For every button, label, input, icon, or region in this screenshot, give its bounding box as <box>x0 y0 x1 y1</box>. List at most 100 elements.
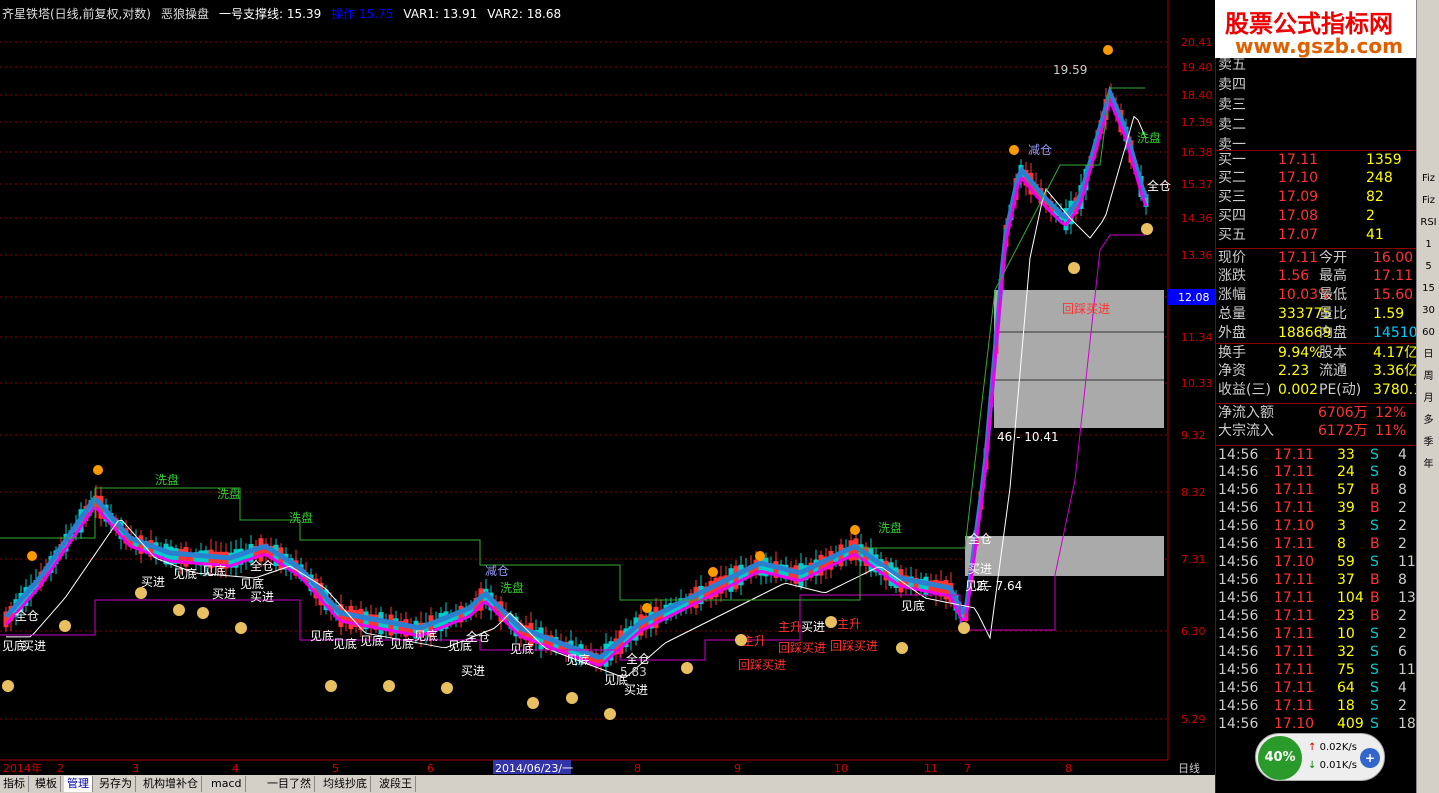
right-toolbar: Fiz Fiz RSI 1 5 15 30 60 日周月多季年 <box>1416 0 1439 793</box>
tick-volume: 39 <box>1337 500 1355 516</box>
net-up: ↑ 0.02K/s <box>1308 742 1357 753</box>
time-tick: 9 <box>734 762 741 775</box>
money-bag-icon <box>1068 262 1080 274</box>
tick-time: 14:56 <box>1218 662 1259 678</box>
stat-label-2: 最低 <box>1319 287 1347 303</box>
chart-annotation: 全仓 <box>250 558 274 573</box>
chart-annotation: 全仓 <box>626 651 650 666</box>
bottom-tab-6[interactable]: 一目了然 <box>264 776 315 792</box>
stat-label: 总量 <box>1218 306 1246 322</box>
price-tick: 13.36 <box>1181 249 1213 262</box>
tick-side: B <box>1370 590 1380 606</box>
stat-label-2: 内盘 <box>1319 325 1347 341</box>
money-bag-icon <box>325 680 337 692</box>
stat-value-2: 16.00 <box>1373 250 1414 266</box>
toolbar-button-0[interactable]: Fiz <box>1420 170 1437 187</box>
bottom-tab-3[interactable]: 另存为 <box>96 776 136 792</box>
tick-volume: 104 <box>1337 590 1364 606</box>
bottom-tab-2[interactable]: 管理 <box>64 776 93 792</box>
chart-annotation: 买进 <box>212 587 236 601</box>
price-tick: 7.31 <box>1181 553 1206 566</box>
flow-row: 净流入额 6706万 12% <box>1216 403 1417 422</box>
sell-row: 卖二 <box>1216 116 1417 135</box>
stock-title: 齐星铁塔(日线,前复权,对数) <box>2 7 151 21</box>
tick-side: S <box>1370 464 1379 480</box>
tick-row: 14:56 17.10 409 S 18 <box>1216 715 1417 734</box>
tick-row: 14:56 17.11 37 B 8 <box>1216 571 1417 590</box>
toolbar-button-1[interactable]: Fiz <box>1420 192 1437 209</box>
chart-annotation: 买进 <box>141 575 165 589</box>
bottom-tab-1[interactable]: 模板 <box>32 776 61 792</box>
toolbar-button-11[interactable]: 多 <box>1420 412 1437 429</box>
runner-icon <box>642 603 652 613</box>
tick-price: 17.11 <box>1274 626 1315 642</box>
price-tick: 14.36 <box>1181 212 1213 225</box>
toolbar-button-5[interactable]: 15 <box>1420 280 1437 297</box>
buy-row: 买二 17.10 248 <box>1216 169 1417 188</box>
stat-label-2: 股本 <box>1319 345 1347 361</box>
chart-annotation: 5.83 <box>620 665 647 679</box>
tick-price: 17.10 <box>1274 518 1315 534</box>
buy-row: 买四 17.08 2 <box>1216 207 1417 226</box>
toolbar-button-10[interactable]: 月 <box>1420 390 1437 407</box>
time-tick: 10 <box>834 762 848 775</box>
toolbar-button-9[interactable]: 周 <box>1420 368 1437 385</box>
toolbar-button-2[interactable]: RSI <box>1420 214 1437 231</box>
tick-time: 14:56 <box>1218 680 1259 696</box>
bottom-tab-7[interactable]: 均线抄底 <box>320 776 371 792</box>
stat-row: 涨跌 1.56 最高 17.11 <box>1216 267 1417 286</box>
tick-row: 14:56 17.11 75 S 11 <box>1216 661 1417 680</box>
bottom-tab-8[interactable]: 波段王 <box>376 776 416 792</box>
tick-time: 14:56 <box>1218 572 1259 588</box>
chart-annotation: 见底 <box>310 628 334 643</box>
runner-icon <box>1103 45 1113 55</box>
toolbar-button-13[interactable]: 年 <box>1420 456 1437 473</box>
tick-price: 17.10 <box>1274 716 1315 732</box>
stat-label: 涨幅 <box>1218 287 1246 303</box>
tick-side: S <box>1370 716 1379 732</box>
site-logo: 股票公式指标网 www.gszb.com <box>1215 0 1439 58</box>
bottom-tab-5[interactable]: macd <box>208 776 246 792</box>
stat-value: 2.23 <box>1278 363 1310 379</box>
money-bag-icon <box>441 682 453 694</box>
stat-label-2: 今开 <box>1319 250 1347 266</box>
period-label: 日线 <box>1178 761 1200 775</box>
toolbar-button-8[interactable]: 日 <box>1420 346 1437 363</box>
buy-label: 买三 <box>1218 189 1246 205</box>
tick-price: 17.11 <box>1274 536 1315 552</box>
buy-price: 17.09 <box>1278 189 1319 205</box>
tick-volume: 37 <box>1337 572 1355 588</box>
price-tick: 20.41 <box>1181 36 1213 49</box>
network-widget[interactable]: 40% ↑ 0.02K/s ↓ 0.01K/s + <box>1255 733 1385 781</box>
runner-icon <box>755 551 765 561</box>
toolbar-button-12[interactable]: 季 <box>1420 434 1437 451</box>
stat-label-2: 流通 <box>1319 363 1347 379</box>
add-icon[interactable]: + <box>1360 748 1380 768</box>
stat-label: 现价 <box>1218 250 1246 266</box>
toolbar-button-6[interactable]: 30 <box>1420 302 1437 319</box>
bottom-tab-0[interactable]: 指标 <box>0 776 29 792</box>
buy-label: 买二 <box>1218 170 1246 186</box>
buy-row: 买五 17.07 41 <box>1216 226 1417 245</box>
stat-row: 换手 9.94% 股本 4.17亿 <box>1216 343 1418 362</box>
tick-price: 17.11 <box>1274 500 1315 516</box>
tick-volume: 24 <box>1337 464 1355 480</box>
toolbar-button-7[interactable]: 60 <box>1420 324 1437 341</box>
toolbar-button-3[interactable]: 1 <box>1420 236 1437 253</box>
chart-annotation: 见底 <box>333 636 357 651</box>
sell-label: 卖三 <box>1218 97 1246 113</box>
chart-annotation: 回踩买进 <box>830 639 878 653</box>
buy-volume: 41 <box>1366 227 1384 243</box>
chart-annotation: 回踩买进 <box>778 641 826 655</box>
bottom-tab-4[interactable]: 机构增补仓 <box>140 776 202 792</box>
stat-value-2: 3780.1 <box>1373 382 1422 398</box>
chart-annotation: 买进 <box>22 639 46 653</box>
tick-count: 2 <box>1398 536 1407 552</box>
tick-price: 17.11 <box>1274 590 1315 606</box>
money-bag-icon <box>2 680 14 692</box>
chart-annotation: 见底 <box>360 633 384 648</box>
chart-canvas[interactable]: 20.41 19.40 18.40 17.39 16.38 15.37 14.36 13.36… <box>0 0 1215 775</box>
tick-time: 14:56 <box>1218 464 1259 480</box>
toolbar-button-4[interactable]: 5 <box>1420 258 1437 275</box>
kline-chart[interactable]: 20.41 19.40 18.40 17.39 16.38 15.37 14.36 13.36… <box>0 0 1215 775</box>
